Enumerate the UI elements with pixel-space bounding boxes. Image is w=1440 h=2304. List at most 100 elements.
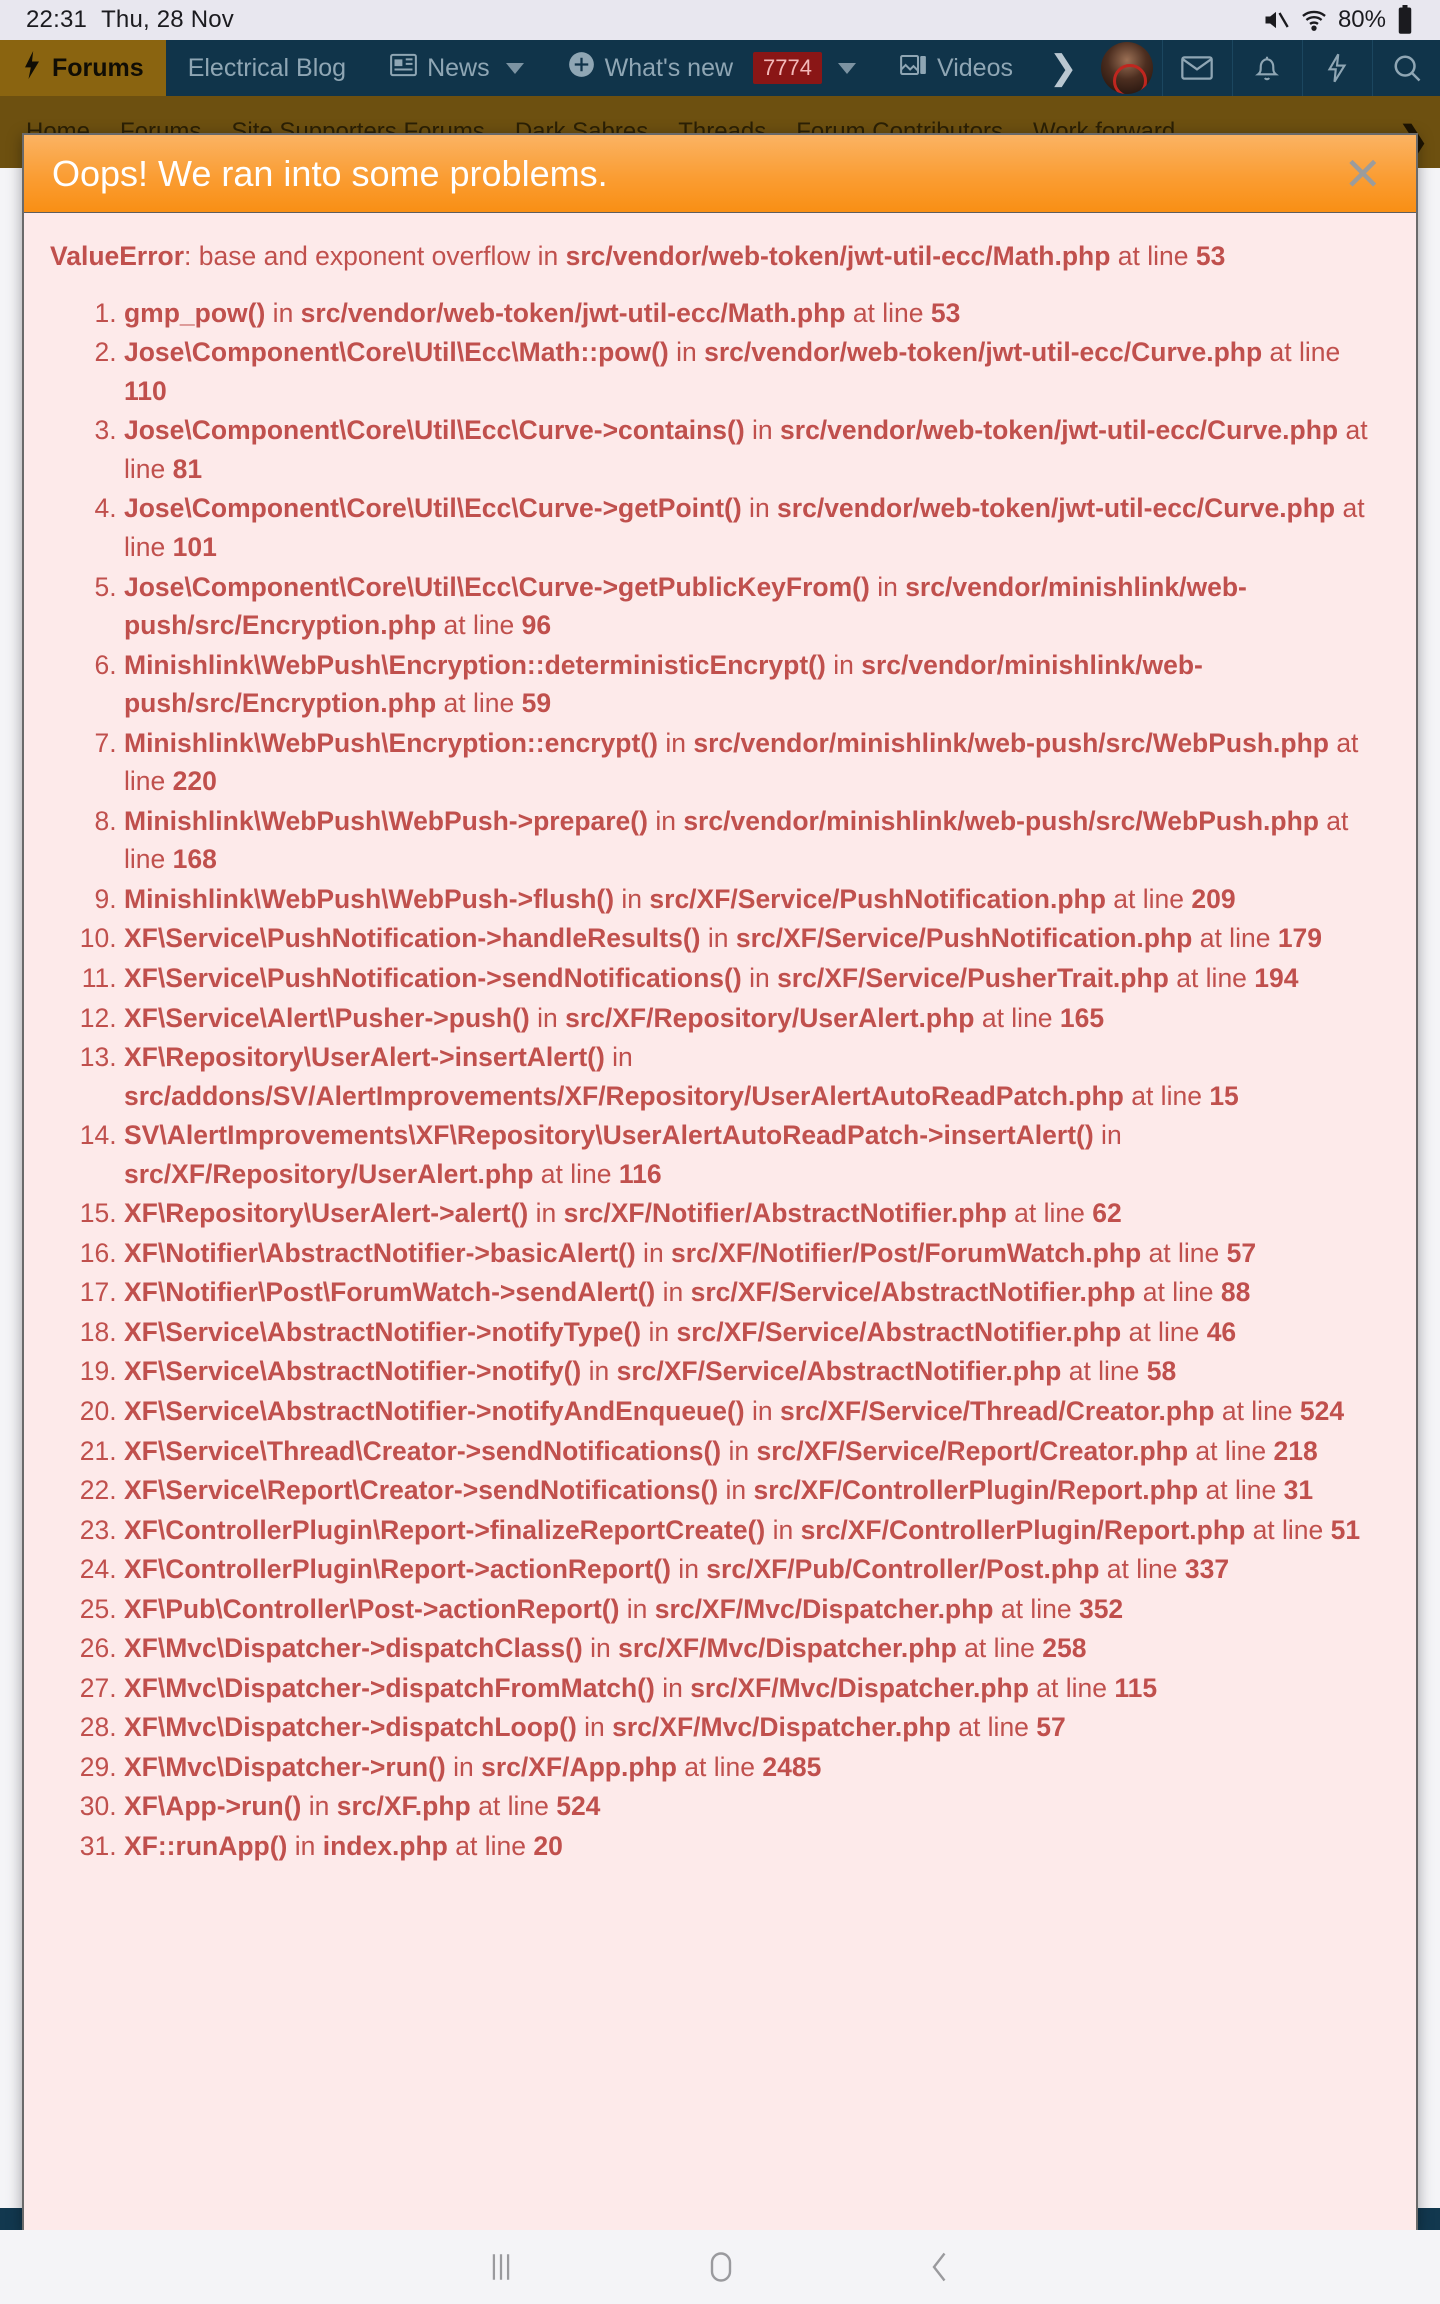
stack-trace-item: XF\Mvc\Dispatcher->dispatchClass() in sr… <box>124 1629 1390 1668</box>
trace-line: 220 <box>172 766 217 797</box>
trace-in-word: in <box>604 1042 633 1073</box>
trace-in-word: in <box>668 337 705 368</box>
trace-line: 194 <box>1254 962 1299 993</box>
trace-in-word: in <box>528 1198 564 1229</box>
trace-call: Jose\Component\Core\Util\Ecc\Curve->getP… <box>124 571 870 602</box>
trace-in-word: in <box>670 1554 707 1585</box>
trace-call: XF\Service\AbstractNotifier->notifyAndEn… <box>124 1396 745 1426</box>
back-button[interactable] <box>926 2249 954 2285</box>
trace-file: src/XF/Pub/Controller/Post.php <box>706 1554 1100 1585</box>
trace-at-word: at line <box>1061 1356 1147 1387</box>
envelope-icon[interactable] <box>1161 40 1232 96</box>
trace-in-word: in <box>619 1593 655 1624</box>
trace-line: 165 <box>1059 1002 1105 1033</box>
trace-file: src/XF/Service/Report/Creator.php <box>756 1435 1189 1466</box>
error-overlay-body: ValueError: base and exponent overflow i… <box>24 213 1416 1887</box>
status-bar-left: 22:31 Thu, 28 Nov <box>26 6 234 34</box>
trace-call: SV\AlertImprovements\XF\Repository\UserA… <box>124 1120 1094 1151</box>
stack-trace-item: XF\ControllerPlugin\Report->finalizeRepo… <box>124 1511 1390 1550</box>
recents-button[interactable] <box>486 2250 516 2284</box>
trace-file: src/vendor/web-token/jwt-util-ecc/Curve.… <box>777 493 1336 524</box>
nav-item-electrical-blog[interactable]: Electrical Blog <box>166 40 368 96</box>
nav-item-whats-new[interactable]: What's new 7774 <box>546 40 878 96</box>
plus-circle-icon <box>568 51 595 85</box>
error-file: src/vendor/web-token/jwt-util-ecc/Math.p… <box>565 241 1111 271</box>
stack-trace-item: XF\Service\Report\Creator->sendNotificat… <box>124 1471 1390 1510</box>
chevron-down-icon[interactable] <box>838 62 856 74</box>
home-button[interactable] <box>706 2249 736 2285</box>
trace-call: XF\Mvc\Dispatcher->dispatchFromMatch() <box>124 1672 655 1703</box>
stack-trace-item: Jose\Component\Core\Util\Ecc\Curve->cont… <box>124 411 1390 488</box>
stack-trace-item: XF::runApp() in index.php at line 20 <box>124 1827 1390 1866</box>
nav-item-forums[interactable]: Forums <box>0 40 166 96</box>
error-type: ValueError <box>50 241 185 271</box>
stack-trace-item: XF\Mvc\Dispatcher->dispatchFromMatch() i… <box>124 1669 1390 1708</box>
trace-line: 209 <box>1191 883 1236 914</box>
bolt-icon[interactable] <box>1301 40 1372 96</box>
trace-at-word: at line <box>447 1831 534 1862</box>
trace-line: 15 <box>1209 1080 1239 1111</box>
trace-file: src/XF/ControllerPlugin/Report.php <box>800 1514 1246 1545</box>
trace-call: XF\Repository\UserAlert->insertAlert() <box>124 1042 605 1073</box>
trace-at-word: at line <box>974 1002 1060 1033</box>
nav-item-videos[interactable]: Videos <box>878 40 1035 96</box>
nav-label: Electrical Blog <box>187 53 347 82</box>
error-at-word: at line <box>1110 241 1196 271</box>
trace-file: src/vendor/web-token/jwt-util-ecc/Curve.… <box>704 337 1263 368</box>
stack-trace-item: XF\Mvc\Dispatcher->dispatchLoop() in src… <box>124 1708 1390 1747</box>
trace-line: 101 <box>172 531 217 562</box>
stack-trace-item: Minishlink\WebPush\WebPush->flush() in s… <box>124 880 1390 919</box>
trace-in-word: in <box>641 1316 677 1347</box>
trace-line: 352 <box>1078 1593 1124 1624</box>
bell-icon[interactable] <box>1231 40 1302 96</box>
trace-call: XF\Service\Thread\Creator->sendNotificat… <box>124 1435 722 1466</box>
error-overlay-header: Oops! We ran into some problems. ✕ <box>24 135 1416 213</box>
battery-percent: 80% <box>1337 6 1386 33</box>
stack-trace-item: gmp_pow() in src/vendor/web-token/jwt-ut… <box>124 294 1390 333</box>
avatar[interactable] <box>1100 42 1153 94</box>
trace-call: XF\Service\AbstractNotifier->notifyType(… <box>124 1316 642 1347</box>
trace-line: 62 <box>1092 1198 1122 1229</box>
wifi-icon <box>1300 6 1328 34</box>
stack-trace-item: XF\Pub\Controller\Post->actionReport() i… <box>124 1590 1390 1629</box>
trace-at-word: at line <box>1141 1237 1227 1268</box>
trace-call: Minishlink\WebPush\WebPush->flush() <box>124 883 615 914</box>
trace-file: src/vendor/web-token/jwt-util-ecc/Curve.… <box>780 415 1339 446</box>
android-system-nav <box>0 2230 1440 2304</box>
stack-trace-item: Minishlink\WebPush\Encryption::determini… <box>124 646 1390 723</box>
nav-label: Videos <box>937 53 1013 82</box>
trace-at-word: at line <box>956 1633 1043 1664</box>
trace-in-word: in <box>635 1237 672 1268</box>
trace-at-word: at line <box>1192 923 1278 954</box>
trace-file: src/vendor/minishlink/web-push/src/WebPu… <box>683 805 1319 836</box>
trace-line: 258 <box>1042 1633 1087 1664</box>
trace-call: XF\ControllerPlugin\Report->finalizeRepo… <box>124 1514 766 1545</box>
whats-new-count-badge: 7774 <box>753 52 822 84</box>
trace-file: src/XF/Service/AbstractNotifier.php <box>690 1277 1136 1308</box>
trace-line: 96 <box>521 610 552 641</box>
forum-navbar: Forums Electrical Blog News What's new 7… <box>0 40 1440 96</box>
trace-file: src/XF/Service/PusherTrait.php <box>777 962 1169 993</box>
trace-file: src/XF/Service/PushNotification.php <box>649 883 1106 914</box>
chevron-right-icon[interactable]: ❯ <box>1035 40 1092 96</box>
chevron-down-icon[interactable] <box>505 62 524 74</box>
trace-line: 115 <box>1114 1672 1158 1703</box>
trace-file: src/XF/Mvc/Dispatcher.php <box>690 1672 1029 1703</box>
trace-file: src/XF/Repository/UserAlert.php <box>565 1002 975 1033</box>
stack-trace-item: Minishlink\WebPush\Encryption::encrypt()… <box>124 724 1390 801</box>
stack-trace-item: XF\Service\Alert\Pusher->push() in src/X… <box>124 999 1390 1038</box>
trace-in-word: in <box>581 1356 617 1387</box>
trace-call: XF\Notifier\AbstractNotifier->basicAlert… <box>124 1237 636 1268</box>
trace-call: Jose\Component\Core\Util\Ecc\Curve->getP… <box>124 493 742 524</box>
trace-call: XF\Notifier\Post\ForumWatch->sendAlert() <box>124 1277 656 1308</box>
trace-in-word: in <box>301 1791 337 1822</box>
search-icon[interactable] <box>1371 40 1440 96</box>
close-icon[interactable]: ✕ <box>1337 151 1388 197</box>
bolt-icon <box>22 50 42 86</box>
trace-call: XF\Pub\Controller\Post->actionReport() <box>124 1593 620 1624</box>
trace-file: src/XF/ControllerPlugin/Report.php <box>753 1475 1199 1506</box>
nav-item-news[interactable]: News <box>368 40 546 96</box>
stack-trace-item: XF\Notifier\Post\ForumWatch->sendAlert()… <box>124 1273 1390 1312</box>
trace-line: 116 <box>618 1158 662 1189</box>
trace-line: 81 <box>172 453 203 484</box>
